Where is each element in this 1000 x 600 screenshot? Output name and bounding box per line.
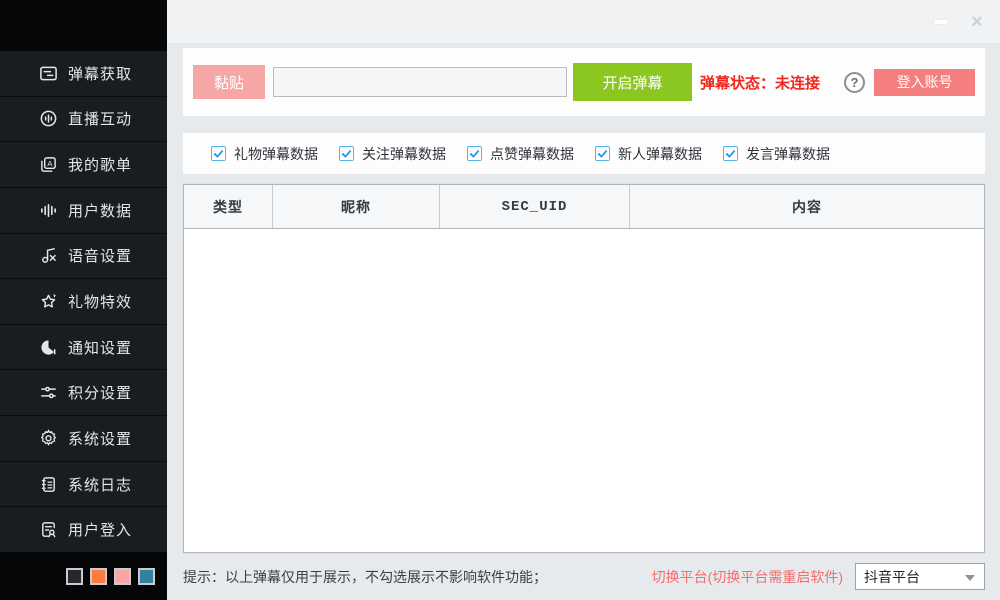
- filter-follow-danmaku[interactable]: 关注弹幕数据: [339, 144, 446, 164]
- switch-platform-note: 切换平台(切换平台需重启软件): [652, 567, 843, 587]
- start-danmaku-button[interactable]: 开启弹幕: [573, 63, 692, 101]
- theme-swatch-pink[interactable]: [114, 568, 131, 585]
- sidebar-item-label: 弹幕获取: [68, 63, 132, 84]
- system-settings-icon: [38, 428, 58, 448]
- checkbox-checked-icon: [211, 146, 226, 161]
- danmaku-capture-icon: [38, 63, 58, 83]
- minimize-icon: [934, 20, 948, 24]
- content: 黏贴 开启弹幕 弹幕状态：未连接 ? 登入账号 礼物弹幕数据 关注弹幕数据: [167, 43, 1000, 600]
- table-header-type: 类型: [184, 185, 273, 228]
- theme-swatch-dark[interactable]: [66, 568, 83, 585]
- sidebar-item-label: 系统日志: [68, 474, 132, 495]
- theme-swatch-orange[interactable]: [90, 568, 107, 585]
- notification-settings-icon: [38, 337, 58, 357]
- app-window: 弹幕获取 直播互动 A 我的歌单 用户数据: [0, 0, 1000, 600]
- filters-panel: 礼物弹幕数据 关注弹幕数据 点赞弹幕数据 新人弹幕数据 发言弹幕数据: [183, 133, 985, 174]
- sidebar-nav: 弹幕获取 直播互动 A 我的歌单 用户数据: [0, 51, 167, 552]
- paste-button[interactable]: 黏贴: [193, 65, 265, 99]
- checkbox-checked-icon: [467, 146, 482, 161]
- checkbox-checked-icon: [339, 146, 354, 161]
- gift-effects-icon: [38, 292, 58, 312]
- filter-label: 关注弹幕数据: [362, 144, 446, 164]
- table-header-sec-uid: SEC_UID: [440, 185, 630, 228]
- table-header-content: 内容: [630, 185, 984, 228]
- checkbox-checked-icon: [595, 146, 610, 161]
- table-header-row: 类型 昵称 SEC_UID 内容: [184, 185, 984, 229]
- filter-chat-danmaku[interactable]: 发言弹幕数据: [723, 144, 830, 164]
- checkbox-checked-icon: [723, 146, 738, 161]
- sidebar-item-label: 用户登入: [68, 519, 132, 540]
- sidebar-item-label: 积分设置: [68, 382, 132, 403]
- user-login-icon: [38, 520, 58, 540]
- sidebar-top-spacer: [0, 0, 167, 51]
- sidebar-item-system-log[interactable]: 系统日志: [0, 461, 167, 507]
- sidebar-item-user-data[interactable]: 用户数据: [0, 187, 167, 233]
- filter-like-danmaku[interactable]: 点赞弹幕数据: [467, 144, 574, 164]
- sidebar-item-voice-settings[interactable]: 语音设置: [0, 233, 167, 279]
- filter-newcomer-danmaku[interactable]: 新人弹幕数据: [595, 144, 702, 164]
- platform-select-value: 抖音平台: [864, 567, 920, 587]
- sidebar-item-live-interaction[interactable]: 直播互动: [0, 96, 167, 142]
- system-log-icon: [38, 474, 58, 494]
- user-data-icon: [38, 200, 58, 220]
- sidebar-item-label: 礼物特效: [68, 291, 132, 312]
- minimize-button[interactable]: [930, 11, 952, 33]
- platform-select[interactable]: 抖音平台: [855, 563, 985, 590]
- filter-label: 新人弹幕数据: [618, 144, 702, 164]
- sidebar-item-label: 直播互动: [68, 108, 132, 129]
- my-playlist-icon: A: [38, 155, 58, 175]
- sidebar-item-system-settings[interactable]: 系统设置: [0, 415, 167, 461]
- sidebar-item-label: 我的歌单: [68, 154, 132, 175]
- sidebar-item-label: 系统设置: [68, 428, 132, 449]
- toolbar-panel: 黏贴 开启弹幕 弹幕状态：未连接 ? 登入账号: [183, 48, 985, 116]
- close-button[interactable]: ×: [966, 11, 988, 33]
- theme-swatch-teal[interactable]: [138, 568, 155, 585]
- chevron-down-icon: [965, 575, 975, 581]
- help-icon[interactable]: ?: [844, 72, 865, 93]
- room-url-input[interactable]: [273, 67, 567, 97]
- sidebar-item-label: 语音设置: [68, 245, 132, 266]
- login-account-button[interactable]: 登入账号: [874, 69, 975, 96]
- hint-text: 提示：以上弹幕仅用于展示，不勾选展示不影响软件功能；: [183, 567, 547, 587]
- table-header-nickname: 昵称: [273, 185, 440, 228]
- live-interaction-icon: [38, 109, 58, 129]
- filter-gift-danmaku[interactable]: 礼物弹幕数据: [211, 144, 318, 164]
- sidebar-item-label: 通知设置: [68, 337, 132, 358]
- svg-text:A: A: [47, 159, 53, 168]
- sidebar-item-notification-settings[interactable]: 通知设置: [0, 324, 167, 370]
- titlebar: ×: [167, 0, 1000, 43]
- filter-label: 发言弹幕数据: [746, 144, 830, 164]
- sidebar-item-label: 用户数据: [68, 200, 132, 221]
- sidebar-item-gift-effects[interactable]: 礼物特效: [0, 278, 167, 324]
- footer-bar: 提示：以上弹幕仅用于展示，不勾选展示不影响软件功能； 切换平台(切换平台需重启软…: [183, 553, 985, 600]
- sidebar-item-my-playlist[interactable]: A 我的歌单: [0, 141, 167, 187]
- table-body-empty: [184, 229, 984, 552]
- filter-label: 点赞弹幕数据: [490, 144, 574, 164]
- theme-swatch-bar: [0, 552, 167, 600]
- danmaku-status-text: 弹幕状态：未连接: [700, 72, 820, 93]
- points-settings-icon: [38, 383, 58, 403]
- sidebar-item-danmaku-capture[interactable]: 弹幕获取: [0, 51, 167, 96]
- danmaku-table: 类型 昵称 SEC_UID 内容: [183, 184, 985, 553]
- sidebar: 弹幕获取 直播互动 A 我的歌单 用户数据: [0, 0, 167, 600]
- sidebar-item-user-login[interactable]: 用户登入: [0, 506, 167, 552]
- close-icon: ×: [971, 12, 983, 32]
- voice-settings-icon: [38, 246, 58, 266]
- filter-label: 礼物弹幕数据: [234, 144, 318, 164]
- main-area: × 黏贴 开启弹幕 弹幕状态：未连接 ? 登入账号 礼物弹幕数据 关: [167, 0, 1000, 600]
- sidebar-item-points-settings[interactable]: 积分设置: [0, 369, 167, 415]
